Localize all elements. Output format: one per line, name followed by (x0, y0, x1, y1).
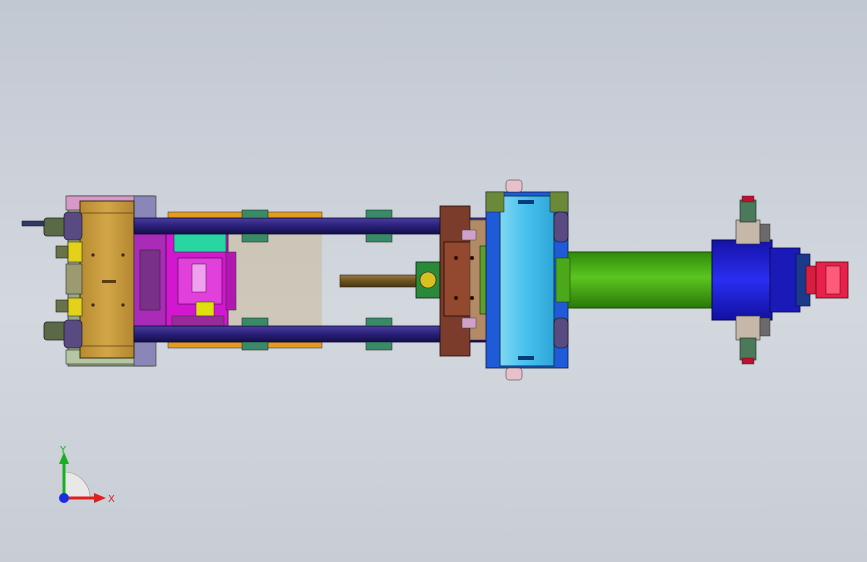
y-axis-label: Y (59, 445, 67, 456)
z-axis-dot (59, 493, 69, 503)
assembly-model[interactable] (0, 0, 867, 562)
ejector-rod[interactable] (339, 261, 441, 299)
x-axis-head (94, 493, 106, 503)
x-axis-label: X (108, 494, 115, 505)
coordinate-triad: Y X (59, 445, 115, 505)
triad-plane (63, 471, 91, 499)
hydraulic-cylinder[interactable] (555, 251, 715, 309)
cylinder-head[interactable] (711, 195, 849, 365)
cad-viewport[interactable]: Y X (0, 0, 867, 562)
